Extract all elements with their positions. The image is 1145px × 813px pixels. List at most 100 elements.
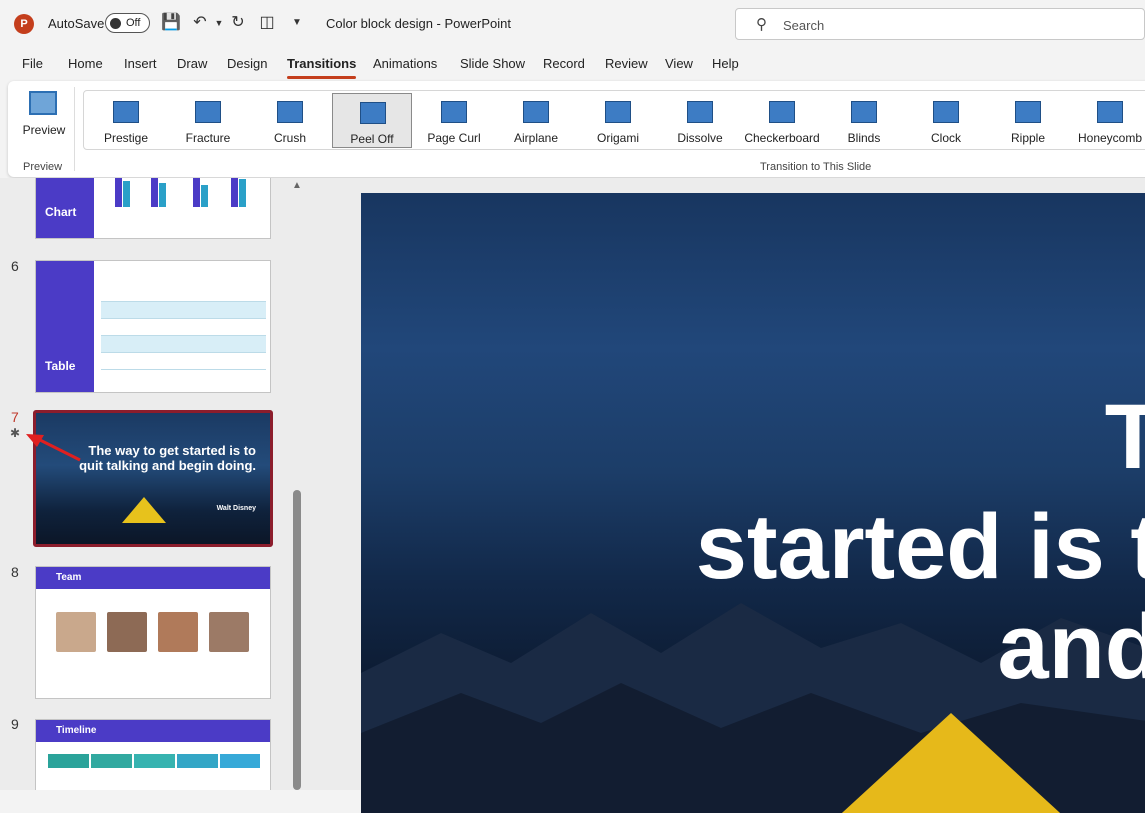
tab-slide-show[interactable]: Slide Show: [460, 56, 525, 71]
slide-thumbnail-7[interactable]: The way to get started is to quit talkin…: [33, 410, 273, 547]
slide-thumbnail-9[interactable]: Timeline: [35, 719, 271, 790]
transition-label: Checkerboard: [744, 131, 820, 145]
slide-thumbnail-pane: Chart 6 Table 7 ✱ The way to get started…: [0, 178, 310, 790]
chart-bar: [239, 179, 246, 207]
slide-7-quote: The way to get started is to quit talkin…: [79, 443, 256, 473]
transition-checkerboard[interactable]: Checkerboard: [742, 93, 822, 148]
ribbon-panel: Preview Preview Prestige Fracture Crush …: [8, 81, 1145, 177]
transition-origami[interactable]: Origami: [578, 93, 658, 148]
avatar: [209, 612, 249, 652]
transition-ripple[interactable]: Ripple: [988, 93, 1068, 148]
search-placeholder: Search: [783, 18, 825, 33]
crush-icon: [277, 101, 303, 123]
transition-fracture[interactable]: Fracture: [168, 93, 248, 148]
powerpoint-logo-icon: P: [14, 14, 34, 34]
tab-review[interactable]: Review: [605, 56, 648, 71]
slide-6-title: Table: [45, 359, 76, 373]
slide-8-header: Team: [36, 567, 270, 589]
slide-quote-line-1: T: [1104, 386, 1145, 488]
current-slide[interactable]: T started is t and: [361, 193, 1145, 813]
save-icon[interactable]: 💾: [161, 13, 181, 33]
slide-thumbnail-8[interactable]: Team: [35, 566, 271, 699]
transition-label: Fracture: [185, 131, 231, 145]
transition-peel-off[interactable]: Peel Off: [332, 93, 412, 148]
honeycomb-icon: [1097, 101, 1123, 123]
preview-icon: [29, 91, 57, 115]
tab-help[interactable]: Help: [712, 56, 739, 71]
ribbon-tabs: File Home Insert Draw Design Transitions…: [0, 48, 1145, 79]
toggle-knob: [110, 18, 121, 29]
scroll-up-icon[interactable]: ▲: [292, 180, 302, 191]
slide-5-bar-chart: [111, 178, 261, 207]
slide-thumbnail-5[interactable]: Chart: [35, 178, 271, 239]
slide-7-author: Walt Disney: [216, 505, 256, 512]
fracture-icon: [195, 101, 221, 123]
tab-insert[interactable]: Insert: [124, 56, 157, 71]
transitions-group-label: Transition to This Slide: [760, 161, 872, 173]
timeline-cell: [91, 754, 132, 768]
scrollbar-thumb[interactable]: [293, 490, 301, 790]
transition-dissolve[interactable]: Dissolve: [660, 93, 740, 148]
thumbnail-scrollbar[interactable]: ▲: [292, 180, 302, 790]
slide-number-6: 6: [11, 258, 19, 274]
tab-record[interactable]: Record: [543, 56, 585, 71]
chart-bar: [123, 181, 130, 207]
timeline-cell: [134, 754, 175, 768]
tent-illustration: [831, 713, 1071, 813]
chart-bar: [159, 183, 166, 207]
undo-dropdown-icon[interactable]: ▼: [209, 13, 229, 33]
search-icon: ⚲: [756, 16, 767, 33]
transition-label: Clock: [930, 131, 961, 145]
slide-thumbnail-6[interactable]: Table: [35, 260, 271, 393]
preview-group-label: Preview: [23, 161, 63, 173]
tab-design[interactable]: Design: [227, 56, 267, 71]
transition-label: Page Curl: [427, 131, 481, 145]
timeline-cell: [48, 754, 89, 768]
search-box[interactable]: ⚲ Search: [735, 8, 1145, 40]
transition-label: Honeycomb: [1077, 131, 1143, 145]
blinds-icon: [851, 101, 877, 123]
slide-9-title: Timeline: [56, 725, 97, 736]
autosave-toggle[interactable]: Off: [105, 13, 150, 33]
present-from-start-icon[interactable]: ◫: [257, 13, 277, 33]
chart-bar: [115, 178, 122, 207]
redo-icon[interactable]: ↻: [228, 13, 248, 33]
transition-page-curl[interactable]: Page Curl: [414, 93, 494, 148]
ribbon-divider: [74, 87, 75, 171]
tab-animations[interactable]: Animations: [373, 56, 437, 71]
slide-number-7: 7: [11, 409, 19, 425]
peel-off-icon: [360, 102, 386, 124]
transition-prestige[interactable]: Prestige: [86, 93, 166, 148]
page-curl-icon: [441, 101, 467, 123]
tab-home[interactable]: Home: [68, 56, 103, 71]
tab-file[interactable]: File: [22, 56, 43, 71]
table-row: [101, 336, 266, 353]
undo-icon[interactable]: ↶: [190, 13, 210, 33]
tab-draw[interactable]: Draw: [177, 56, 207, 71]
transition-airplane[interactable]: Airplane: [496, 93, 576, 148]
avatar: [158, 612, 198, 652]
transition-blinds[interactable]: Blinds: [824, 93, 904, 148]
chart-bar: [193, 178, 200, 207]
preview-button[interactable]: Preview: [18, 87, 66, 149]
slide-number-8: 8: [11, 564, 19, 580]
document-title: Color block design - PowerPoint: [326, 16, 511, 31]
slide-number-9: 9: [11, 716, 19, 732]
tab-view[interactable]: View: [665, 56, 693, 71]
transition-label: Origami: [596, 131, 639, 145]
prestige-icon: [113, 101, 139, 123]
transition-honeycomb[interactable]: Honeycomb: [1070, 93, 1145, 148]
transition-crush[interactable]: Crush: [250, 93, 330, 148]
transition-label: Dissolve: [677, 131, 723, 145]
transition-clock[interactable]: Clock: [906, 93, 986, 148]
customize-toolbar-icon[interactable]: ▼: [287, 13, 307, 33]
table-row: [101, 319, 266, 336]
avatar: [56, 612, 96, 652]
tab-transitions[interactable]: Transitions: [287, 56, 357, 79]
table-row: [101, 353, 266, 370]
ripple-icon: [1015, 101, 1041, 123]
slide-8-title: Team: [56, 572, 82, 583]
title-bar: P AutoSave Off 💾 ↶ ▼ ↻ ◫ ▼ Color block d…: [0, 0, 1145, 48]
avatar: [107, 612, 147, 652]
transition-label: Peel Off: [350, 132, 394, 146]
